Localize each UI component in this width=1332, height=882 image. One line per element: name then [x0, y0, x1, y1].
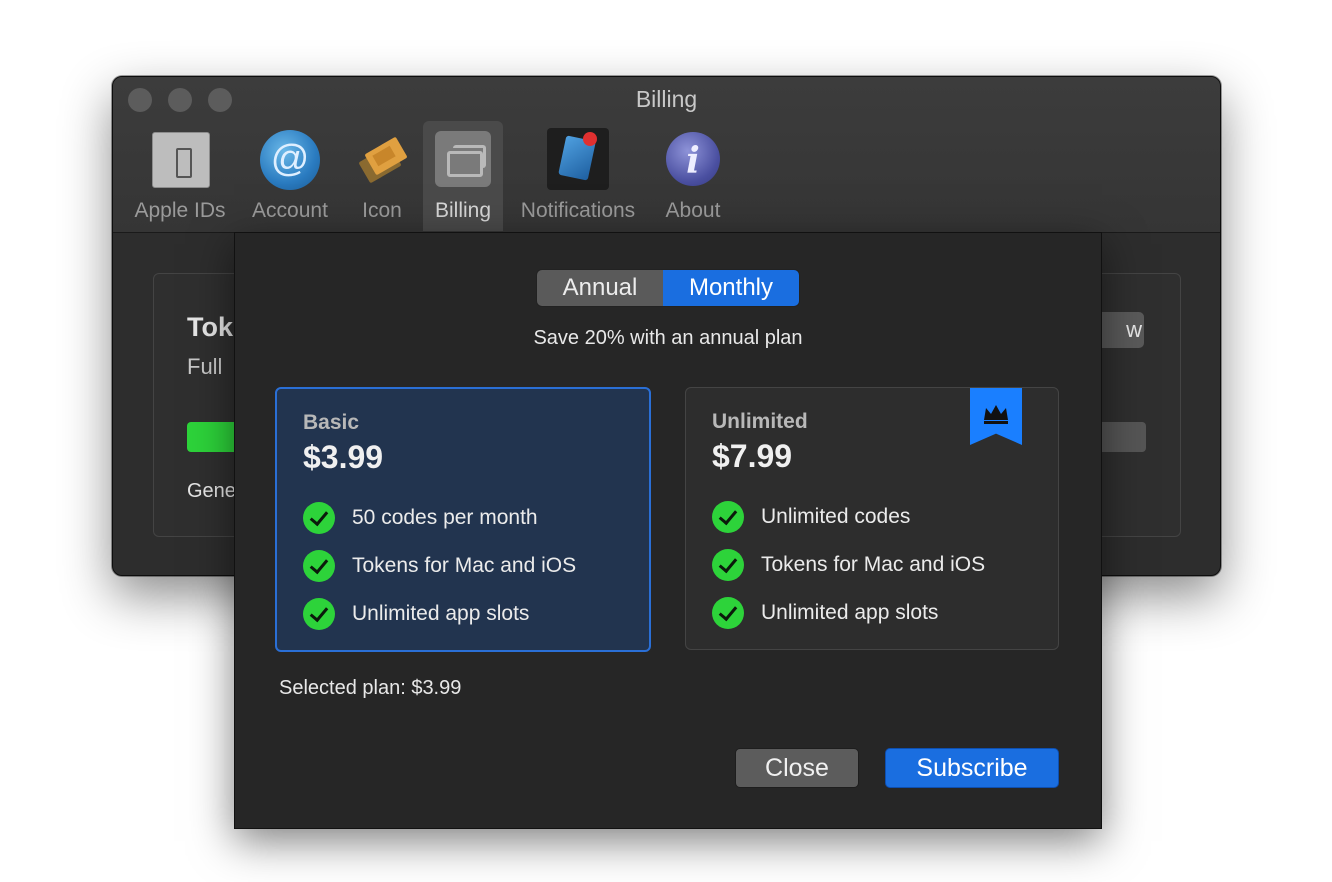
plan-name: Basic	[303, 411, 360, 434]
toolbar-item-billing[interactable]: Billing	[423, 121, 503, 231]
check-icon	[303, 550, 335, 582]
toolbar-item-about[interactable]: i About	[657, 121, 729, 231]
titlebar: Billing Apple IDs @ Account Icon Billing…	[113, 77, 1220, 233]
usage-footer: Gene	[187, 480, 236, 502]
toolbar-label: Icon	[362, 199, 402, 222]
toolbar-label: Notifications	[520, 199, 636, 222]
check-icon	[303, 598, 335, 630]
at-sign-icon: @	[260, 130, 320, 190]
subscribe-button[interactable]: Subscribe	[885, 748, 1059, 788]
toolbar-item-icon[interactable]: Icon	[349, 121, 415, 231]
feature-item: 50 codes per month	[303, 502, 538, 534]
check-icon	[712, 549, 744, 581]
info-icon: i	[666, 132, 720, 186]
billing-period-segmented-control[interactable]: Annual Monthly	[536, 269, 800, 307]
toolbar-item-account[interactable]: @ Account	[245, 121, 335, 231]
feature-label: Tokens for Mac and iOS	[352, 554, 577, 577]
phone-icon	[152, 132, 210, 188]
feature-label: Unlimited codes	[761, 505, 911, 528]
feature-label: Unlimited app slots	[352, 602, 530, 625]
plan-name: Unlimited	[712, 410, 808, 433]
close-button[interactable]: Close	[735, 748, 859, 788]
plan-card-basic[interactable]: Basic $3.99 50 codes per month Tokens fo…	[275, 387, 651, 652]
segment-monthly[interactable]: Monthly	[663, 270, 799, 306]
feature-item: Tokens for Mac and iOS	[712, 549, 985, 581]
plan-card-unlimited[interactable]: Unlimited $7.99 Unlimited codes Tokens f…	[685, 387, 1059, 650]
plan-title: Tok	[187, 312, 233, 342]
notifications-icon	[547, 128, 609, 190]
segment-annual[interactable]: Annual	[537, 270, 663, 306]
feature-item: Unlimited app slots	[303, 598, 529, 630]
window-title: Billing	[635, 86, 698, 112]
check-icon	[712, 597, 744, 629]
feature-item: Unlimited codes	[712, 501, 910, 533]
toolbar-label: Apple IDs	[134, 199, 226, 222]
feature-label: 50 codes per month	[352, 506, 538, 529]
feature-item: Unlimited app slots	[712, 597, 938, 629]
toolbar-item-notifications[interactable]: Notifications	[511, 121, 645, 231]
check-icon	[303, 502, 335, 534]
plan-price: $7.99	[712, 438, 793, 474]
toolbar-label: Billing	[434, 199, 492, 222]
toolbar-item-apple-ids[interactable]: Apple IDs	[127, 121, 233, 231]
check-icon	[712, 501, 744, 533]
subscription-sheet: Annual Monthly Save 20% with an annual p…	[234, 232, 1102, 829]
toolbar-label: Account	[252, 199, 328, 222]
save-note: Save 20% with an annual plan	[533, 327, 803, 349]
selected-plan-text: Selected plan: $3.99	[279, 677, 462, 699]
tickets-icon	[359, 137, 407, 183]
plan-price: $3.99	[303, 439, 384, 475]
feature-item: Tokens for Mac and iOS	[303, 550, 576, 582]
plan-subtitle: Full	[187, 354, 223, 379]
cards-icon	[435, 131, 491, 187]
feature-label: Unlimited app slots	[761, 601, 939, 624]
premium-ribbon	[970, 388, 1022, 445]
toolbar-label: About	[665, 199, 721, 222]
crown-icon	[984, 405, 1008, 424]
feature-label: Tokens for Mac and iOS	[761, 553, 986, 576]
